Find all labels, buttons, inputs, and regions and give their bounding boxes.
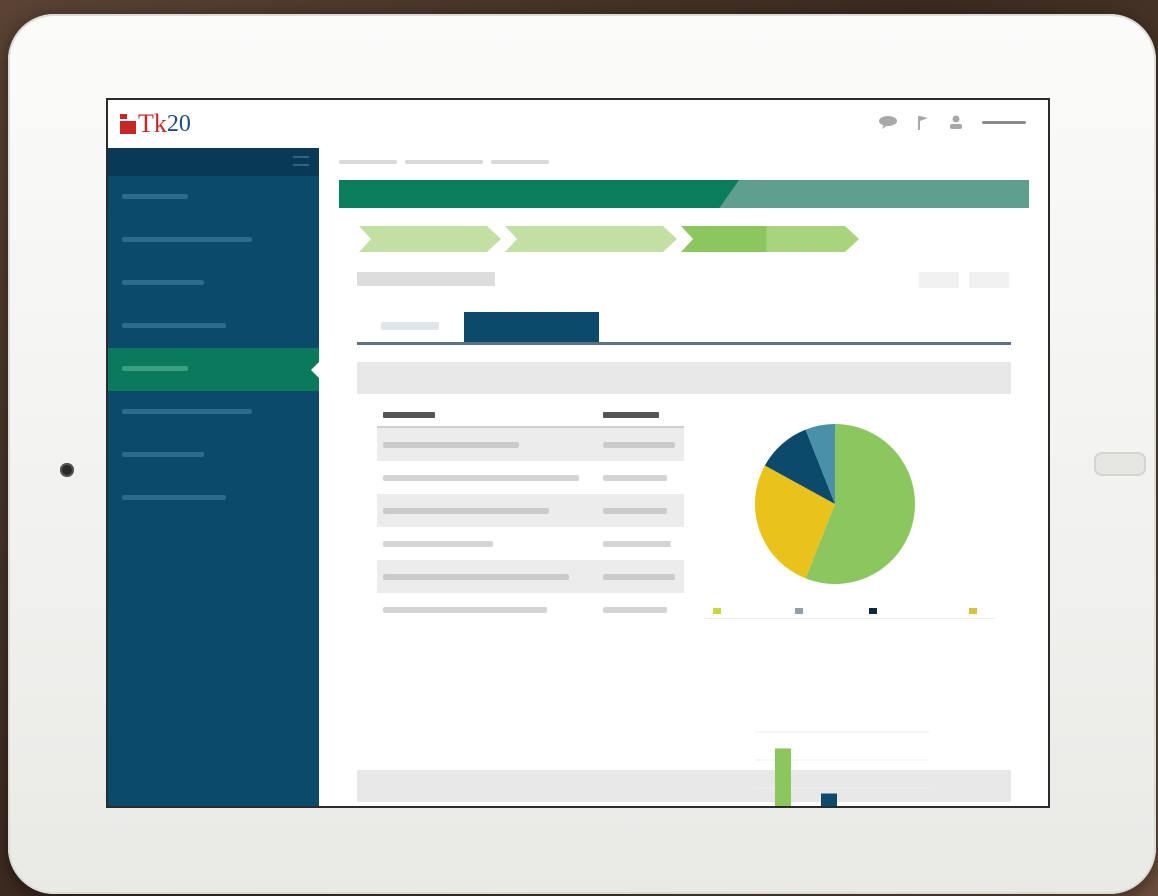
action-button-1[interactable] xyxy=(919,272,959,288)
sidebar-item-1[interactable] xyxy=(108,176,319,219)
chat-bubble-icon[interactable] xyxy=(878,115,898,129)
camera-icon xyxy=(60,463,74,477)
legend-swatch-green xyxy=(713,608,721,614)
sidebar-item-label xyxy=(122,194,188,199)
top-bar-icons xyxy=(878,114,1026,130)
sidebar-item-2[interactable] xyxy=(108,219,319,262)
breadcrumb-item[interactable] xyxy=(405,160,483,164)
logo-mark-icon xyxy=(120,114,136,134)
legend-swatch-navy xyxy=(869,608,877,614)
sidebar xyxy=(108,148,320,806)
pie-chart xyxy=(755,424,915,584)
tab-1[interactable] xyxy=(381,322,439,330)
main-content xyxy=(319,148,1048,806)
sidebar-item-7[interactable] xyxy=(108,434,319,477)
user-icon[interactable] xyxy=(948,114,964,130)
bar-chart xyxy=(755,731,929,806)
logo-prefix: Tk xyxy=(138,109,167,138)
sidebar-item-label xyxy=(122,366,188,371)
tab-bar xyxy=(357,312,1011,345)
sidebar-item-label xyxy=(122,280,204,285)
flag-icon[interactable] xyxy=(916,114,930,130)
tab-2-active[interactable] xyxy=(464,312,599,342)
sidebar-item-label xyxy=(122,495,226,500)
action-button-2[interactable] xyxy=(969,272,1009,288)
workflow-step-1[interactable] xyxy=(359,226,501,252)
sidebar-item-5-active[interactable] xyxy=(108,348,320,391)
page-title xyxy=(357,272,495,286)
bar-2 xyxy=(821,793,837,806)
breadcrumb xyxy=(339,160,549,164)
logo-number: 20 xyxy=(166,111,191,137)
workflow-step-3-active[interactable] xyxy=(681,226,859,252)
data-table-1 xyxy=(377,404,684,626)
sidebar-item-6[interactable] xyxy=(108,391,319,434)
hamburger-icon[interactable] xyxy=(293,156,309,166)
table-row[interactable] xyxy=(377,527,684,560)
sidebar-item-label xyxy=(122,452,204,457)
sidebar-item-label xyxy=(122,237,252,242)
table-row[interactable] xyxy=(377,593,684,626)
column-header xyxy=(603,412,659,418)
legend-swatch-gray xyxy=(795,608,803,614)
breadcrumb-item[interactable] xyxy=(339,160,397,164)
chart-legend xyxy=(705,606,995,619)
sidebar-header xyxy=(108,148,319,176)
column-header xyxy=(383,412,435,418)
breadcrumb-item[interactable] xyxy=(491,160,549,164)
top-bar: Tk 20 xyxy=(108,100,1048,149)
table-header xyxy=(377,404,684,428)
sidebar-item-8[interactable] xyxy=(108,477,319,520)
app-logo[interactable]: Tk 20 xyxy=(120,110,191,138)
table-row[interactable] xyxy=(377,428,684,461)
table-row[interactable] xyxy=(377,494,684,527)
app-screen: Tk 20 xyxy=(106,98,1050,808)
sidebar-item-label xyxy=(122,323,226,328)
page-banner xyxy=(339,180,1029,208)
user-name-placeholder[interactable] xyxy=(982,120,1026,124)
sidebar-item-4[interactable] xyxy=(108,305,319,348)
workflow-step-2[interactable] xyxy=(505,226,677,252)
legend-swatch-yellow xyxy=(969,608,977,614)
home-button[interactable] xyxy=(1094,452,1146,476)
bar-1 xyxy=(775,748,791,806)
table-row[interactable] xyxy=(377,560,684,593)
section-header-1 xyxy=(357,362,1011,394)
sidebar-item-label xyxy=(122,409,252,414)
sidebar-item-3[interactable] xyxy=(108,262,319,305)
table-row[interactable] xyxy=(377,461,684,494)
